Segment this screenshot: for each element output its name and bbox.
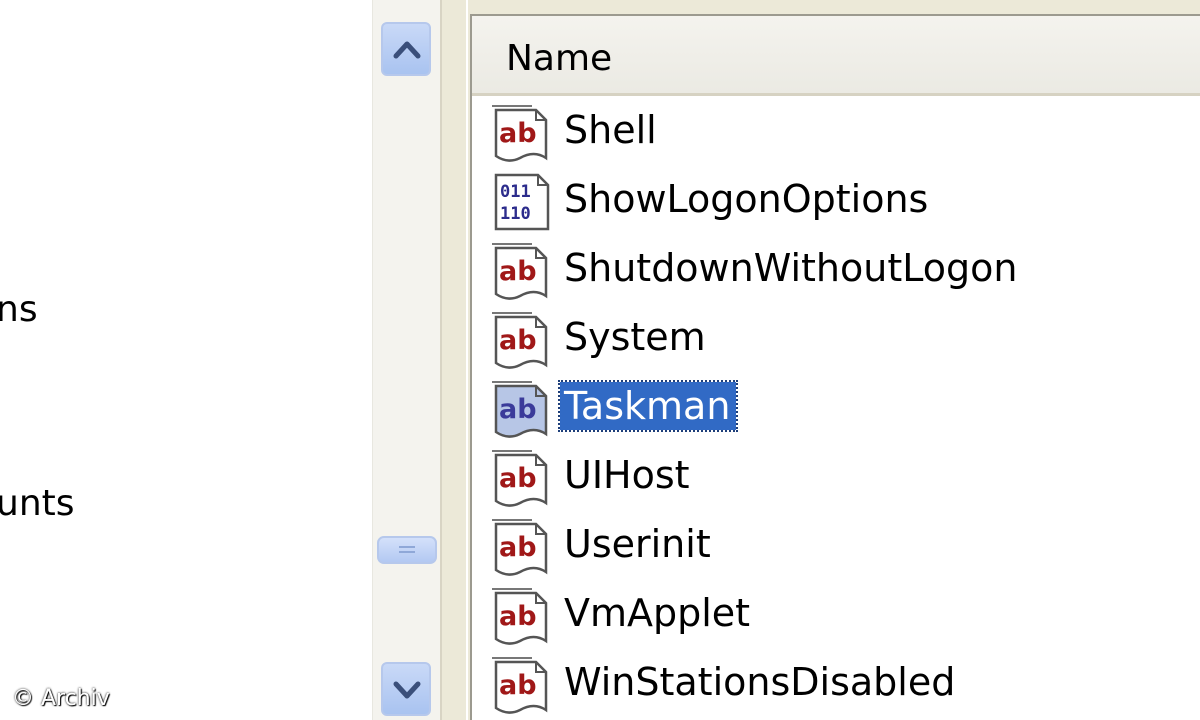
value-name: ShowLogonOptions <box>564 177 929 221</box>
svg-text:ab: ab <box>499 532 537 563</box>
values-list-pane[interactable]: Name ab Shell 011 110 ShowLogonOptions ab S… <box>470 14 1200 720</box>
thumb-grip <box>399 551 415 553</box>
string-value-icon: ab <box>490 654 554 716</box>
list-item[interactable]: ab Shell <box>490 102 1180 162</box>
chevron-up-icon <box>393 41 421 59</box>
svg-text:ab: ab <box>499 601 537 632</box>
string-value-icon: ab <box>490 447 554 509</box>
splitter-edge <box>466 0 468 720</box>
column-header-name[interactable]: Name <box>472 16 1200 96</box>
svg-text:ab: ab <box>499 463 537 494</box>
binary-value-icon: 011 110 <box>490 171 554 233</box>
value-name: Userinit <box>564 522 711 566</box>
value-name: UIHost <box>564 453 690 497</box>
pane-splitter[interactable] <box>440 0 470 720</box>
svg-text:110: 110 <box>500 204 531 224</box>
list-item[interactable]: 011 110 ShowLogonOptions <box>490 171 1180 231</box>
thumb-grip <box>399 546 415 548</box>
svg-text:ab: ab <box>499 394 537 425</box>
value-name: WinStationsDisabled <box>564 660 956 704</box>
scroll-thumb[interactable] <box>377 536 437 564</box>
string-value-icon: ab <box>490 585 554 647</box>
svg-text:011: 011 <box>500 182 531 202</box>
list-item[interactable]: ab VmApplet <box>490 585 1180 645</box>
svg-text:ab: ab <box>499 325 537 356</box>
chevron-down-icon <box>393 681 421 699</box>
list-item[interactable]: ab System <box>490 309 1180 369</box>
list-item[interactable]: ab Taskman <box>490 378 1180 438</box>
value-name: Shell <box>564 108 657 152</box>
column-header-label: Name <box>506 38 613 79</box>
list-item[interactable]: ab Userinit <box>490 516 1180 576</box>
tree-item[interactable]: unts <box>0 486 75 522</box>
tree-item[interactable]: ns <box>0 292 38 328</box>
string-value-icon: ab <box>490 102 554 164</box>
string-value-icon: ab <box>490 378 554 440</box>
watermark: © Archiv <box>12 686 110 711</box>
value-name: VmApplet <box>564 591 751 635</box>
svg-text:ab: ab <box>499 118 537 149</box>
svg-text:ab: ab <box>499 670 537 701</box>
splitter-edge <box>440 0 442 720</box>
svg-text:ab: ab <box>499 256 537 287</box>
string-value-icon: ab <box>490 516 554 578</box>
list-item[interactable]: ab WinStationsDisabled <box>490 654 1180 714</box>
value-name: ShutdownWithoutLogon <box>564 246 1018 290</box>
key-tree-pane[interactable]: ns unts <box>0 0 372 720</box>
scroll-up-button[interactable] <box>381 22 431 76</box>
list-item[interactable]: ab UIHost <box>490 447 1180 507</box>
value-name: Taskman <box>557 380 739 432</box>
string-value-icon: ab <box>490 240 554 302</box>
value-name: System <box>564 315 706 359</box>
scroll-down-button[interactable] <box>381 662 431 716</box>
list-item[interactable]: ab ShutdownWithoutLogon <box>490 240 1180 300</box>
tree-scrollbar[interactable] <box>372 0 441 720</box>
string-value-icon: ab <box>490 309 554 371</box>
